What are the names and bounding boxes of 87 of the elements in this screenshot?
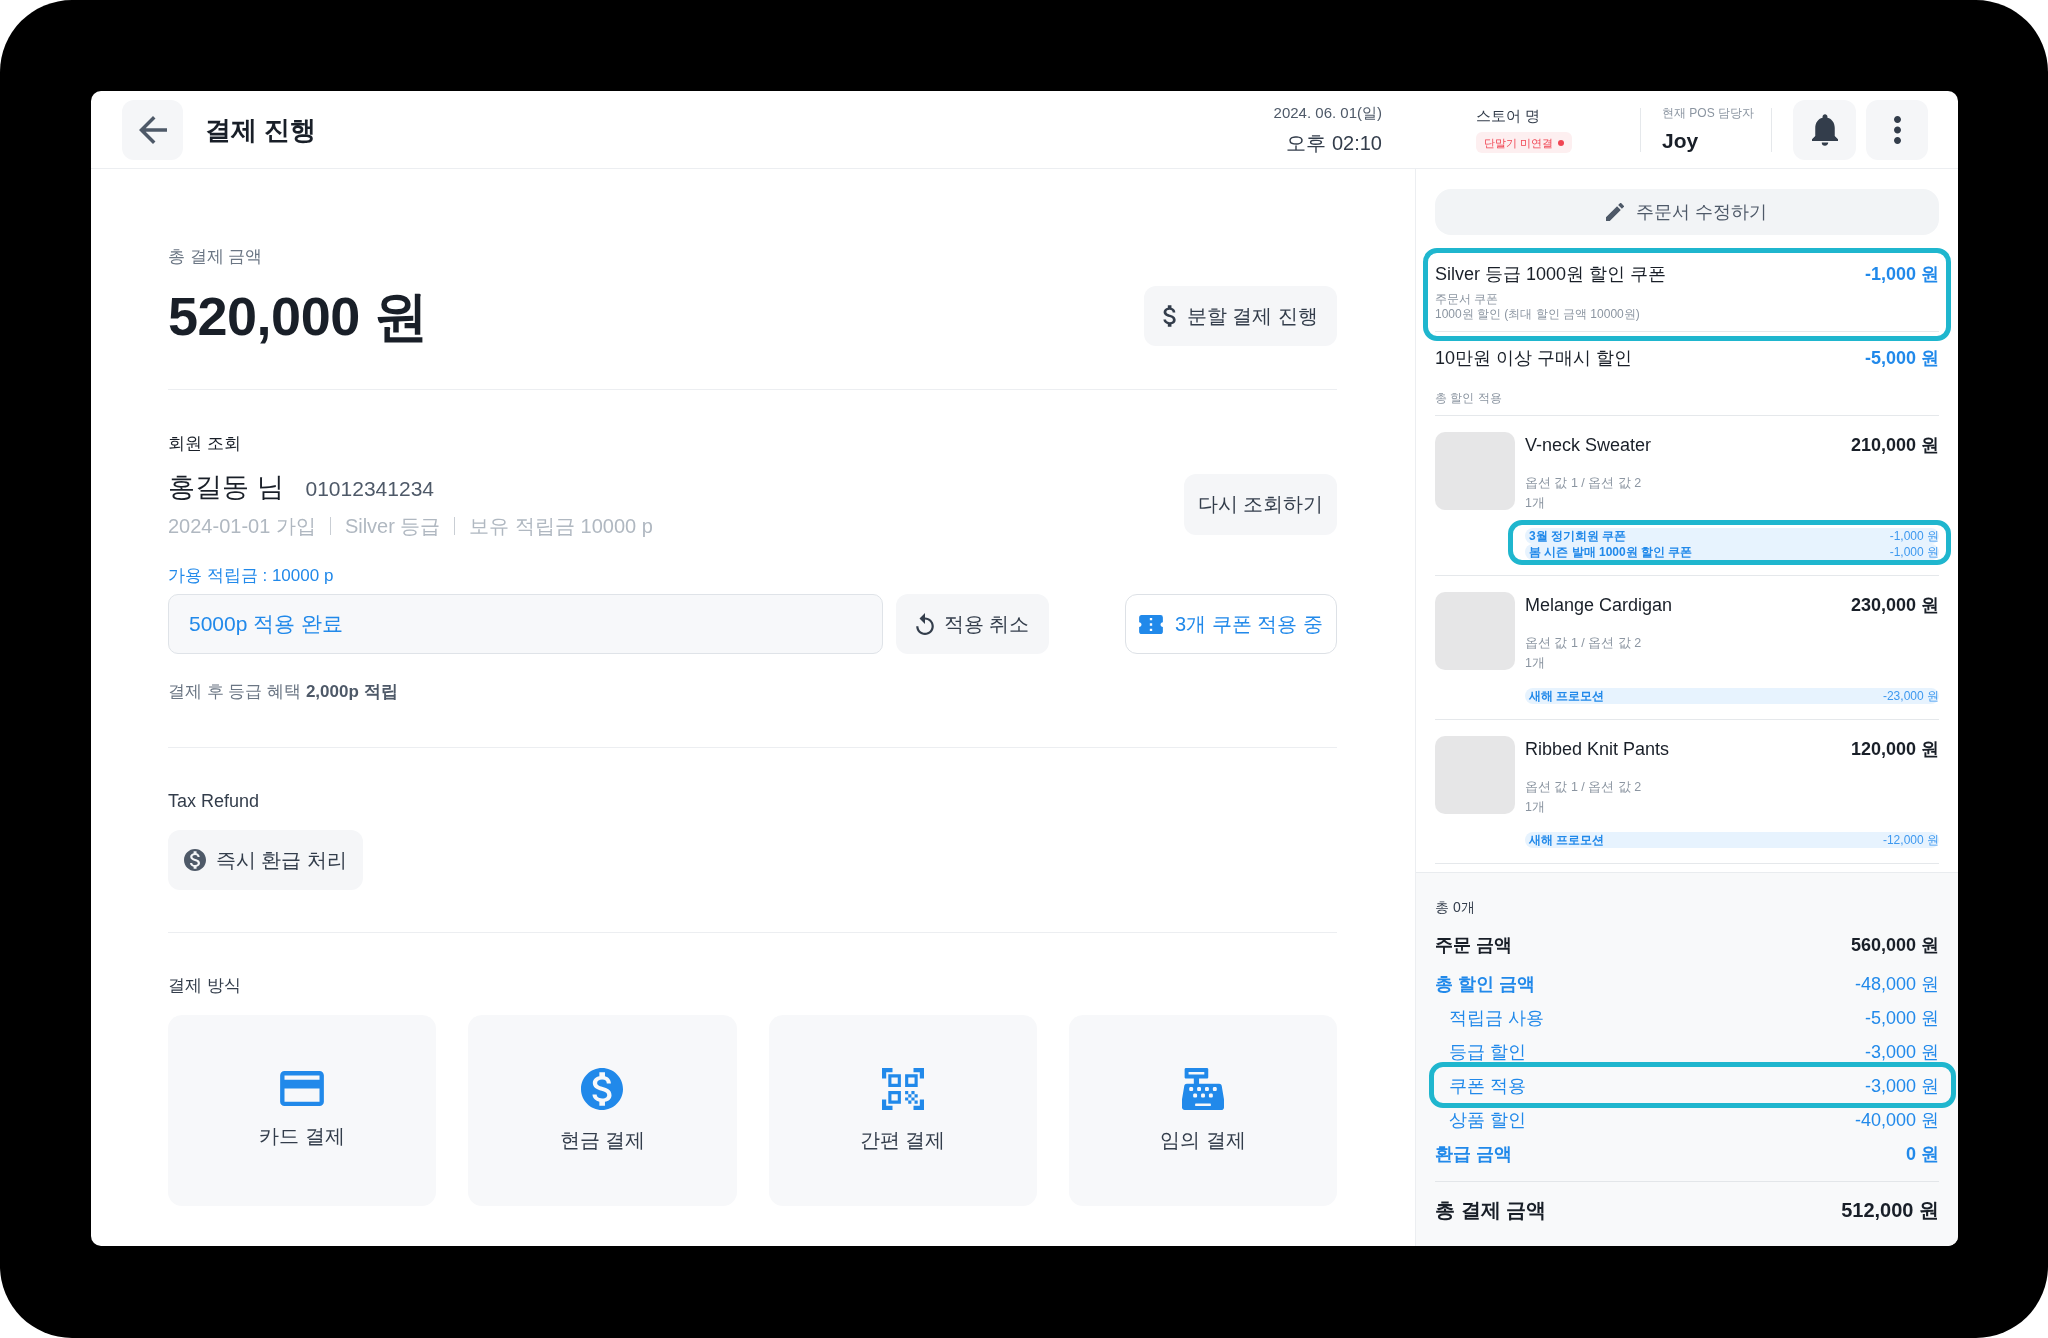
summary-label: 환급 금액 — [1435, 1143, 1512, 1166]
section-label: 결제 방식 — [168, 975, 241, 997]
discount-label: 봄 시즌 발매 1000원 할인 쿠폰 — [1529, 544, 1693, 560]
cancel-button[interactable]: 적용 취소 — [896, 594, 1049, 654]
back-button[interactable] — [122, 99, 183, 160]
status-text: 단말기 미연결 — [1484, 135, 1553, 150]
member-detail: Silver 등급 — [344, 514, 441, 539]
discount-name: 10만원 이상 구매시 할인 — [1435, 347, 1633, 370]
summary-label: 상품 할인 — [1449, 1109, 1526, 1132]
product-price: 230,000 원 — [1850, 594, 1939, 617]
dollar-icon — [1162, 305, 1177, 327]
arrow-left-icon — [138, 115, 167, 144]
discount-amount: -23,000 원 — [1882, 688, 1939, 704]
summary-value: -5,000 원 — [1864, 1007, 1939, 1030]
notification-button[interactable] — [1793, 99, 1856, 160]
discount-amount: -1,000 원 — [1889, 544, 1939, 560]
qr-code-icon — [881, 1067, 924, 1110]
discount-label: 3월 정기회원 쿠폰 — [1529, 528, 1627, 544]
discount-detail: 총 할인 적용 — [1435, 391, 1502, 406]
product-price: 120,000 원 — [1850, 738, 1939, 761]
summary-label: 주문 금액 — [1435, 934, 1512, 957]
discount-amount: -12,000 원 — [1882, 832, 1939, 848]
member-phone: 01012341234 — [305, 476, 434, 502]
summary-value: -48,000 원 — [1854, 973, 1939, 996]
product-name: Melange Cardigan — [1525, 594, 1673, 617]
section-label: 회원 조회 — [168, 433, 241, 455]
product-options: 옵션 값 1 / 옵션 값 2 — [1525, 473, 1642, 493]
summary-value: -40,000 원 — [1854, 1109, 1939, 1132]
staff-label: 현재 POS 담당자 — [1662, 104, 1754, 121]
time-text: 오후 02:10 — [1286, 130, 1382, 156]
circular-arrow-icon — [915, 613, 934, 635]
summary-label: 적립금 사용 — [1449, 1007, 1544, 1030]
cash-register-icon — [1181, 1067, 1224, 1110]
tax-refund-button[interactable]: 즉시 환급 처리 — [168, 830, 363, 890]
summary-label: 쿠폰 적용 — [1449, 1075, 1526, 1098]
lookup-button[interactable]: 다시 조회하기 — [1184, 474, 1337, 535]
total-amount: 520,000 원 — [168, 285, 428, 348]
pencil-icon — [1606, 203, 1625, 221]
discount-label: 새해 프로모션 — [1529, 688, 1605, 704]
points-label: 가용 적립금 : 10000 p — [168, 565, 334, 587]
summary-label: 총 할인 금액 — [1435, 973, 1535, 996]
staff-name: Joy — [1662, 127, 1699, 154]
discount-detail: 주문서 쿠폰 — [1435, 292, 1499, 307]
coupon-button[interactable]: 3개 쿠폰 적용 중 — [1125, 594, 1337, 654]
summary-value: -3,000 원 — [1864, 1075, 1939, 1098]
ticket-icon — [1139, 614, 1164, 634]
payment-method-tile[interactable]: 임의 결제 — [1068, 1015, 1337, 1206]
product-quantity: 1개 — [1525, 655, 1545, 672]
date-text: 2024. 06. 01(일) — [1273, 102, 1382, 123]
credit-card-icon — [280, 1071, 325, 1106]
product-options: 옵션 값 1 / 옵션 값 2 — [1525, 633, 1642, 653]
member-name: 홍길동 님 — [168, 471, 284, 504]
product-quantity: 1개 — [1525, 495, 1545, 512]
payment-method-tile[interactable]: 현금 결제 — [468, 1015, 737, 1206]
payment-method-tile[interactable]: 간편 결제 — [768, 1015, 1037, 1206]
item-count: 총 0개 — [1435, 898, 1475, 917]
more-button[interactable] — [1866, 99, 1928, 160]
summary-value: 560,000 원 — [1850, 934, 1939, 957]
status-dot-icon — [1557, 139, 1564, 146]
product-name: V-neck Sweater — [1525, 434, 1652, 457]
grand-total-label: 총 결제 금액 — [1435, 1198, 1547, 1223]
section-label: Tax Refund — [168, 790, 260, 813]
discount-name: Silver 등급 1000원 할인 쿠폰 — [1435, 263, 1667, 286]
product-quantity: 1개 — [1525, 799, 1545, 816]
discount-detail: 1000원 할인 (최대 할인 금액 10000원) — [1435, 307, 1640, 322]
discount-amount: -5,000 원 — [1864, 347, 1939, 370]
summary-value: -3,000 원 — [1864, 1041, 1939, 1064]
member-detail: 2024-01-01 가입 — [168, 514, 316, 539]
benefit-note: 결제 후 등급 혜택 2,000p 적립 — [168, 681, 398, 703]
product-options: 옵션 값 1 / 옵션 값 2 — [1525, 777, 1642, 797]
split-payment-button[interactable]: 분할 결제 진행 — [1144, 286, 1337, 346]
product-price: 210,000 원 — [1850, 434, 1939, 457]
payment-method-tile[interactable]: 카드 결제 — [168, 1015, 437, 1206]
more-icon — [1893, 115, 1901, 144]
discount-amount: -1,000 원 — [1889, 528, 1939, 544]
discount-amount: -1,000 원 — [1864, 263, 1939, 286]
store-name: 스토어 명 — [1476, 106, 1541, 126]
edit-order-button[interactable]: 주문서 수정하기 — [1435, 189, 1939, 235]
summary-label: 등급 할인 — [1449, 1041, 1526, 1064]
bell-icon — [1811, 113, 1838, 146]
page-title: 결제 진행 — [205, 113, 317, 147]
grand-total-amount: 512,000 원 — [1841, 1198, 1939, 1223]
total-label: 총 결제 금액 — [168, 246, 263, 268]
member-detail: 보유 적립금 10000 p — [469, 514, 653, 539]
product-name: Ribbed Knit Pants — [1525, 738, 1670, 761]
summary-value: 0 원 — [1906, 1143, 1939, 1166]
discount-label: 새해 프로모션 — [1529, 832, 1605, 848]
